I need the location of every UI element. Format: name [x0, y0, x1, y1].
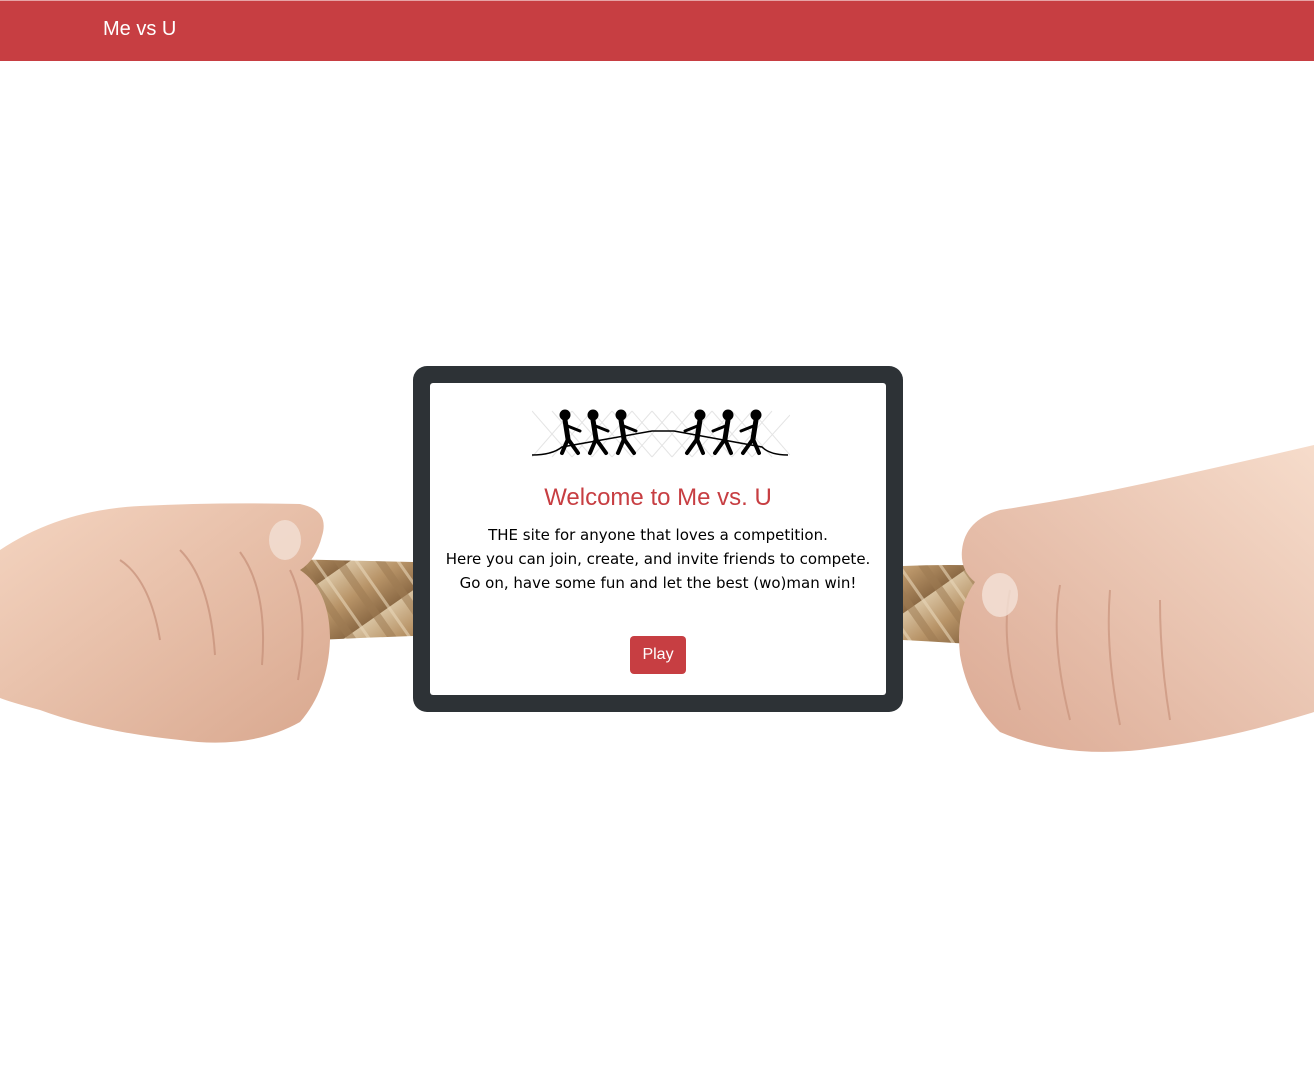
description-line: THE site for anyone that loves a competi…	[488, 526, 828, 544]
description-line: Here you can join, create, and invite fr…	[445, 550, 871, 568]
description-line: Go on, have some fun and let the best (w…	[459, 574, 857, 592]
brand-link[interactable]: Me vs U	[103, 17, 176, 41]
welcome-card-frame: Welcome to Me vs. U THE site for anyone …	[413, 366, 903, 712]
play-button[interactable]: Play	[630, 636, 686, 674]
welcome-card: Welcome to Me vs. U THE site for anyone …	[430, 383, 886, 695]
welcome-title: Welcome to Me vs. U	[544, 484, 772, 511]
tug-of-war-team-icon	[532, 409, 790, 458]
top-navbar: Me vs U	[0, 0, 1314, 61]
welcome-description: THE site for anyone that loves a competi…	[430, 523, 886, 595]
